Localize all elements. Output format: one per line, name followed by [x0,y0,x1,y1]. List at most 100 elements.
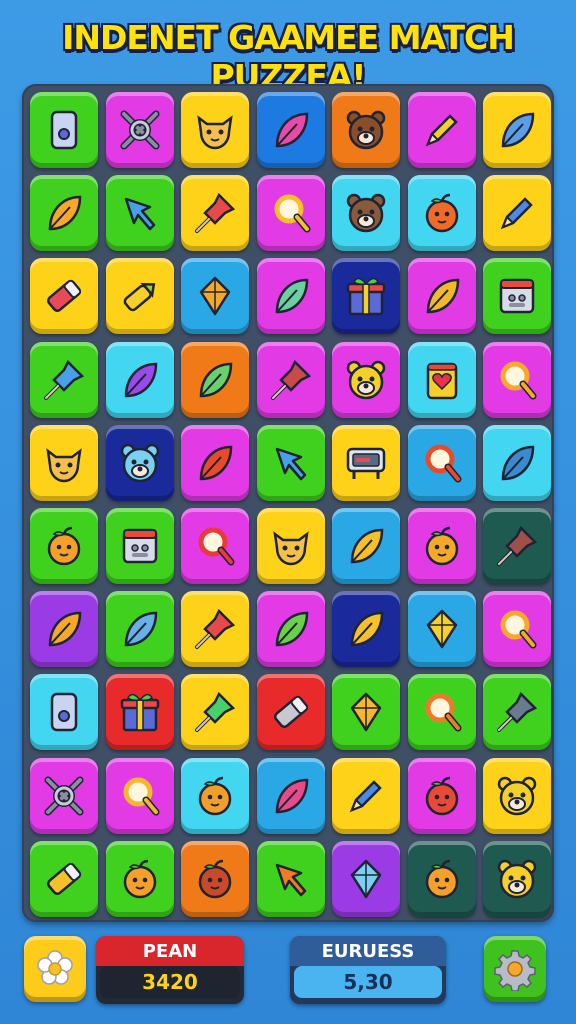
puzzle-tile[interactable] [30,92,98,168]
puzzle-tile[interactable] [105,424,174,501]
puzzle-tile[interactable] [332,674,400,751]
score-value: 3420 [100,966,240,998]
leaf-icon [501,445,535,481]
puzzle-tile[interactable] [407,674,476,751]
puzzle-tile[interactable] [407,175,476,252]
eraser-icon [46,280,82,313]
cat-face-icon [197,115,233,150]
bear-face-icon [497,776,537,815]
puzzle-tile[interactable] [256,674,325,751]
puzzle-tile[interactable] [483,92,551,168]
puzzle-tile[interactable] [483,258,551,335]
puzzle-tile[interactable] [30,840,98,917]
bear-face-icon [346,360,386,399]
puzzle-tile[interactable] [256,92,325,168]
puzzle-tile[interactable] [407,424,476,501]
puzzle-tile[interactable] [181,258,249,335]
puzzle-tile[interactable] [332,757,400,834]
puzzle-tile[interactable] [332,424,400,501]
puzzle-tile[interactable] [483,424,551,501]
puzzle-tile[interactable] [30,508,98,584]
puzzle-tile[interactable] [332,840,400,917]
puzzle-tile[interactable] [483,591,551,668]
puzzle-tile[interactable] [30,591,98,668]
settings-button[interactable] [484,936,546,1002]
puzzle-tile[interactable] [30,674,98,751]
puzzle-tile[interactable] [30,175,98,252]
puzzle-tile[interactable] [256,424,325,501]
puzzle-tile[interactable] [30,424,98,501]
screen-icon [346,447,386,479]
puzzle-tile[interactable] [407,591,476,668]
puzzle-tile[interactable] [256,840,325,917]
leaf-icon [275,611,308,647]
puzzle-tile[interactable] [105,92,174,168]
pencil-icon [500,197,533,230]
puzzle-tile[interactable] [332,591,400,668]
puzzle-tile[interactable] [407,840,476,917]
puzzle-tile[interactable] [256,591,325,668]
puzzle-tile[interactable] [483,341,551,418]
kite-icon [199,277,231,316]
eraser-icon [46,862,82,895]
puzzle-tile[interactable] [30,258,98,335]
magnifier-icon [123,777,159,816]
puzzle-tile[interactable] [483,840,551,917]
puzzle-tile[interactable] [181,341,249,418]
puzzle-tile[interactable] [256,757,325,834]
leaf-icon [275,279,308,314]
arrow-icon [124,197,155,231]
fruit-face-icon [198,859,232,899]
puzzle-tile[interactable] [483,757,551,834]
flower-icon [37,950,73,985]
puzzle-tile[interactable] [181,840,249,917]
puzzle-tile[interactable] [105,591,174,668]
puzzle-tile[interactable] [105,840,174,917]
puzzle-tile[interactable] [407,341,476,418]
puzzle-tile[interactable] [332,508,400,584]
magnifier-icon [500,610,537,649]
puzzle-tile[interactable] [181,591,249,668]
puzzle-tile[interactable] [332,175,400,252]
puzzle-tile[interactable] [483,175,551,252]
puzzle-tile[interactable] [483,674,551,751]
puzzle-tile[interactable] [332,258,400,335]
puzzle-tile[interactable] [105,508,174,584]
pencil-icon [349,779,382,812]
arrow-icon [275,447,306,481]
card-icon [50,693,78,732]
cat-face-icon [272,531,309,566]
puzzle-tile[interactable] [256,508,325,584]
gift-icon [120,694,159,732]
puzzle-tile[interactable] [332,341,400,418]
puzzle-tile[interactable] [407,92,476,168]
puzzle-tile[interactable] [256,258,325,335]
puzzle-tile[interactable] [483,508,551,584]
puzzle-tile[interactable] [407,757,476,834]
puzzle-tile[interactable] [181,175,249,252]
gear-icon [494,950,536,991]
puzzle-tile[interactable] [256,341,325,418]
puzzle-tile[interactable] [256,175,325,252]
arrow-icon [275,863,306,897]
puzzle-tile[interactable] [407,508,476,584]
puzzle-tile[interactable] [30,341,98,418]
puzzle-tile[interactable] [332,92,400,168]
window-icon [122,528,157,564]
leaf-icon [350,611,384,647]
puzzle-tile[interactable] [105,175,174,252]
puzzle-tile[interactable] [181,674,249,751]
puzzle-tile[interactable] [105,341,174,418]
puzzle-tile[interactable] [181,508,249,584]
puzzle-tile[interactable] [105,757,174,834]
puzzle-tile[interactable] [105,258,174,335]
leaf-icon [199,362,233,397]
left-menu-button[interactable] [24,936,86,1002]
puzzle-tile[interactable] [181,757,249,834]
puzzle-tile[interactable] [181,92,249,168]
puzzle-tile[interactable] [407,258,476,335]
puzzle-tile[interactable] [30,757,98,834]
puzzle-tile[interactable] [105,674,174,751]
leaf-icon [48,195,82,231]
puzzle-tile[interactable] [181,424,249,501]
